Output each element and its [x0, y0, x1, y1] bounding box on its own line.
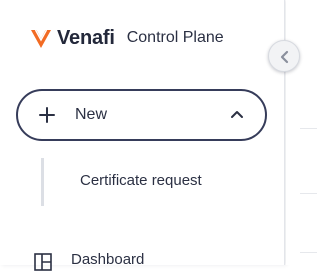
chevron-up-icon: [231, 111, 243, 118]
brand[interactable]: Venafi Control Plane: [30, 25, 224, 51]
new-menu-label: New: [75, 106, 108, 123]
submenu-item-certificate-request[interactable]: Certificate request: [80, 172, 202, 189]
sidebar: Venafi Control Plane New Certificate req…: [0, 0, 285, 271]
new-menu-button[interactable]: New: [16, 89, 267, 141]
brand-name: Venafi: [57, 26, 115, 49]
brand-product-name: Control Plane: [126, 29, 224, 46]
content-divider: [300, 193, 317, 194]
main-content-edge: [286, 0, 317, 265]
content-divider: [300, 128, 317, 129]
plus-icon: [39, 107, 55, 123]
sidebar-collapse-button[interactable]: [268, 40, 300, 72]
chevron-left-icon: [280, 50, 289, 64]
venafi-logo-icon: [31, 29, 51, 48]
nav-item-dashboard-label: Dashboard: [71, 251, 145, 268]
dashboard-icon: [34, 253, 52, 271]
content-divider: [300, 252, 317, 253]
nav-item-dashboard[interactable]: Dashboard: [34, 251, 144, 271]
submenu-indent-line: [41, 158, 44, 206]
